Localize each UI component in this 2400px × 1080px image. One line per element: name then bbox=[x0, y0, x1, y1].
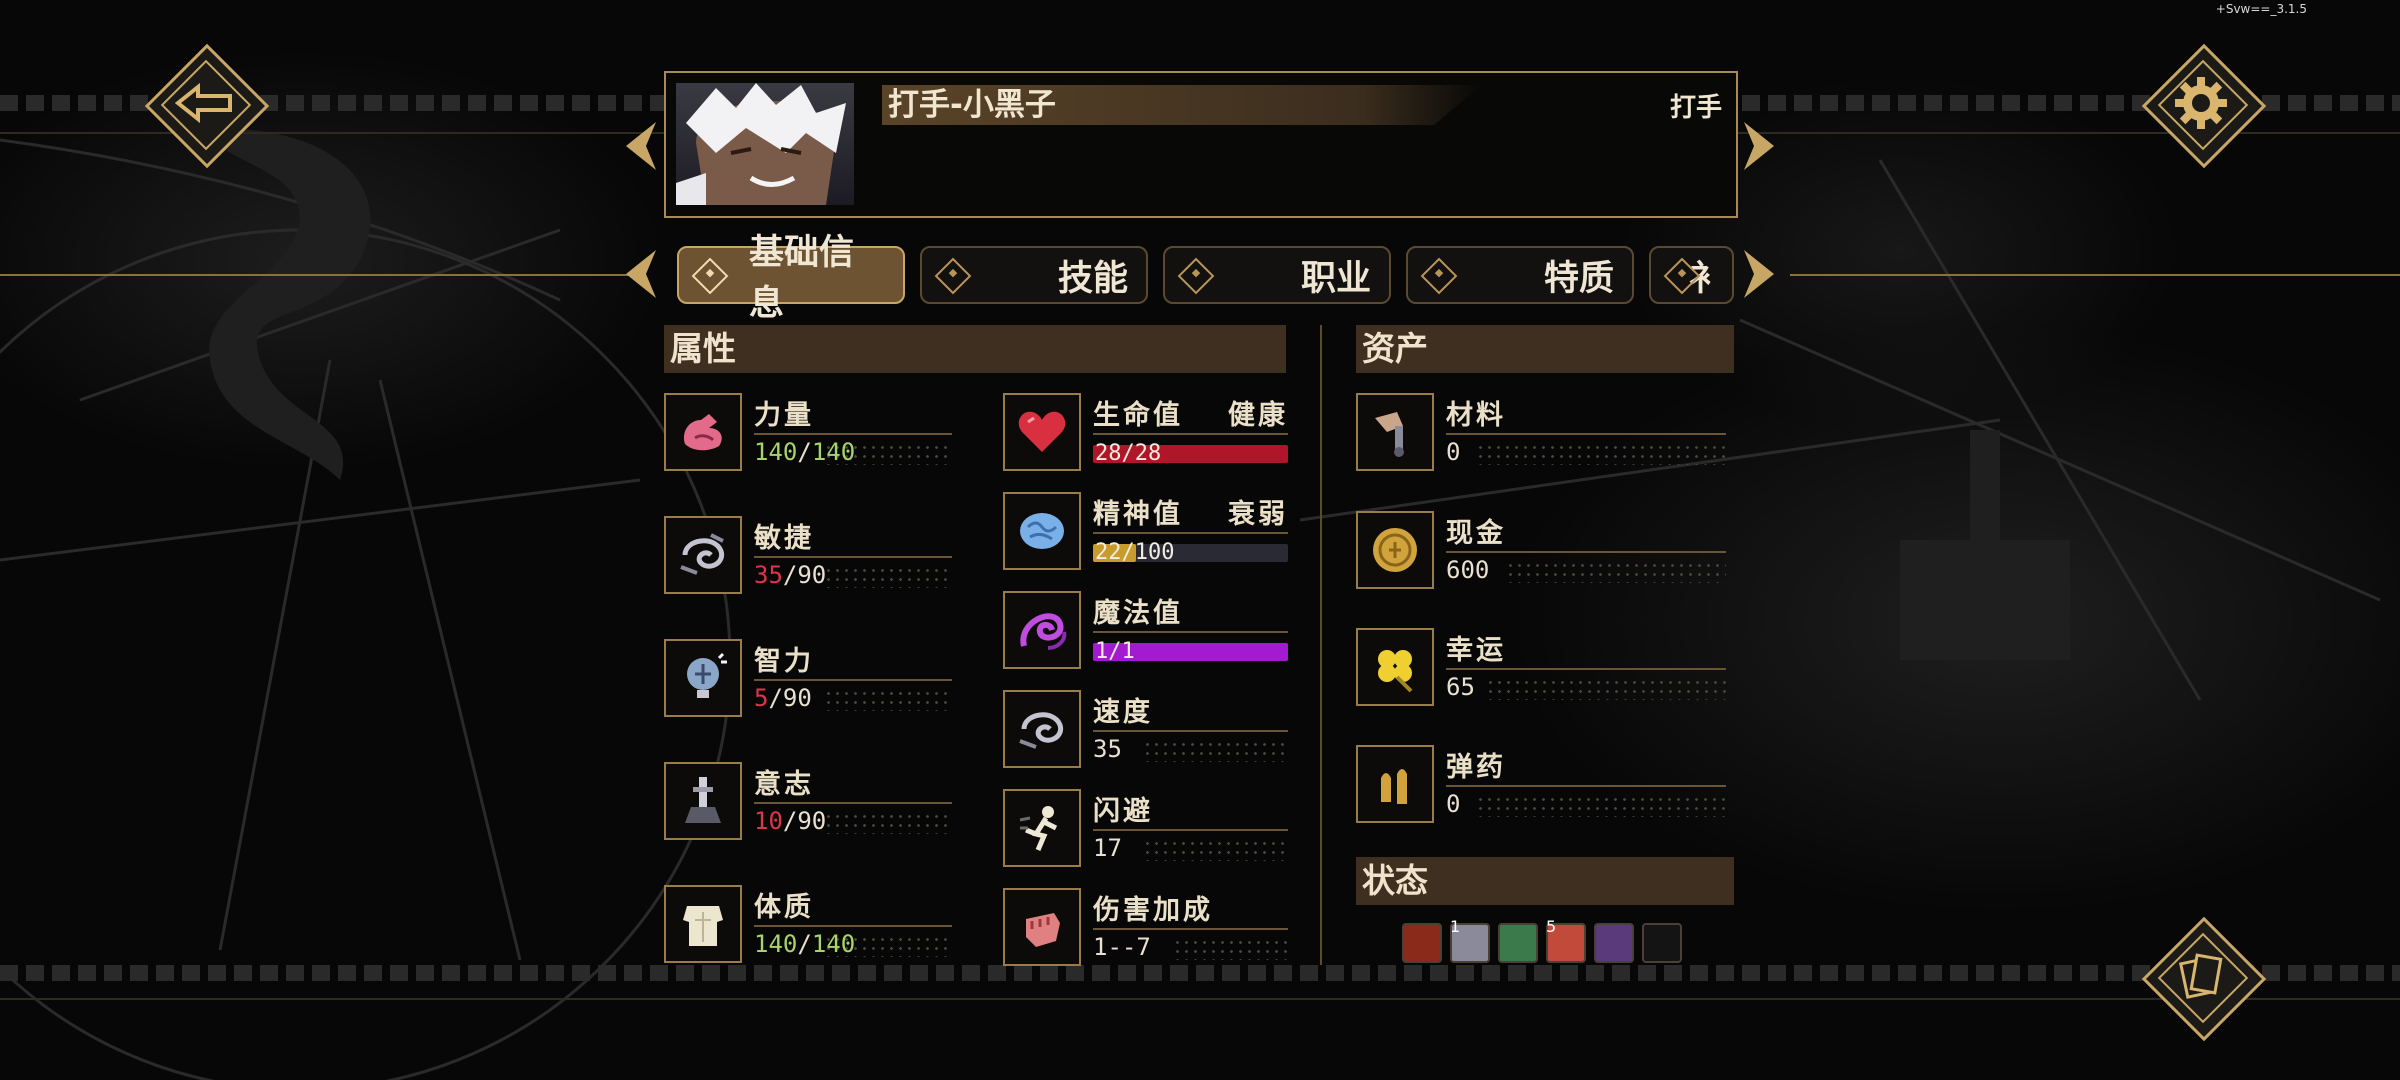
speed-icon bbox=[1003, 690, 1081, 768]
vital-hp[interactable]: 生命值 健康 28/28 bbox=[1003, 393, 1288, 473]
empty-status-slot bbox=[1642, 923, 1682, 963]
character-name: 打手-小黑子 bbox=[888, 87, 1056, 123]
settings-button[interactable] bbox=[2140, 42, 2267, 169]
attributes-header: 属性 bbox=[664, 325, 1286, 373]
brain-icon bbox=[1003, 492, 1081, 570]
prev-character-arrow[interactable] bbox=[622, 120, 658, 172]
fist-icon bbox=[1003, 888, 1081, 966]
strength-max: 140 bbox=[811, 438, 856, 466]
vital-speed[interactable]: 速度 35 bbox=[1003, 690, 1288, 770]
constitution-current: 140 bbox=[754, 930, 798, 958]
wind-swirl-icon bbox=[664, 516, 742, 594]
strength-current: 140 bbox=[754, 438, 798, 466]
heart-icon bbox=[1003, 393, 1081, 471]
materials-icon bbox=[1356, 393, 1434, 471]
sword-altar-icon bbox=[664, 762, 742, 840]
back-button[interactable] bbox=[143, 42, 270, 169]
muscle-arm-icon bbox=[664, 393, 742, 471]
willpower-max: 90 bbox=[797, 807, 827, 835]
potion-status-icon[interactable] bbox=[1594, 923, 1634, 963]
tab-more[interactable]: 衤 bbox=[1649, 246, 1734, 304]
attr-agility[interactable]: 敏捷 35/90 bbox=[664, 516, 954, 596]
cards-icon bbox=[2140, 915, 2262, 1037]
constitution-max: 140 bbox=[811, 930, 856, 958]
attr-constitution[interactable]: 体质 140/140 bbox=[664, 885, 954, 965]
magic-swirl-icon bbox=[1003, 591, 1081, 669]
character-header: 打手-小黑子 打手 bbox=[664, 71, 1738, 218]
dodge-icon bbox=[1003, 789, 1081, 867]
tab-next-arrow[interactable] bbox=[1742, 248, 1778, 300]
vital-damage-bonus[interactable]: 伤害加成 1--7 bbox=[1003, 888, 1288, 968]
asset-cash[interactable]: 现金 600 bbox=[1356, 511, 1726, 591]
willpower-current: 10 bbox=[754, 807, 783, 835]
character-portrait bbox=[676, 83, 854, 205]
coin-icon bbox=[1356, 511, 1434, 589]
tab-traits[interactable]: 特质 bbox=[1406, 246, 1634, 304]
bottom-rail-line bbox=[0, 998, 2400, 1000]
tab-prev-arrow[interactable] bbox=[622, 248, 658, 300]
version-label: +Svw==_3.1.5 bbox=[2215, 2, 2307, 16]
tab-row-line-left bbox=[0, 274, 640, 276]
back-arrow-icon bbox=[143, 42, 265, 164]
vital-sanity[interactable]: 精神值 衰弱 22/100 bbox=[1003, 492, 1288, 572]
asset-ammo[interactable]: 弹药 0 bbox=[1356, 745, 1726, 825]
attr-strength[interactable]: 力量 140/140 bbox=[664, 393, 954, 473]
tab-skills[interactable]: 技能 bbox=[920, 246, 1148, 304]
agility-current: 35 bbox=[754, 561, 783, 589]
torso-icon bbox=[664, 885, 742, 963]
sparkle-status-icon[interactable] bbox=[1498, 923, 1538, 963]
clover-icon bbox=[1356, 628, 1434, 706]
cards-button[interactable] bbox=[2140, 915, 2267, 1042]
figure-status-icon[interactable]: 1 bbox=[1450, 917, 1490, 963]
assets-header: 资产 bbox=[1356, 325, 1734, 373]
attr-intelligence[interactable]: 智力 5/90 bbox=[664, 639, 954, 719]
status-header: 状态 bbox=[1356, 857, 1734, 905]
intelligence-max: 90 bbox=[782, 684, 812, 712]
book-status-icon[interactable]: 5 bbox=[1546, 917, 1586, 963]
next-character-arrow[interactable] bbox=[1742, 120, 1778, 172]
tab-profession[interactable]: 职业 bbox=[1163, 246, 1391, 304]
intelligence-current: 5 bbox=[754, 684, 769, 712]
gear-icon bbox=[2140, 42, 2262, 164]
section-divider bbox=[1320, 325, 1322, 965]
asset-luck[interactable]: 幸运 65 bbox=[1356, 628, 1726, 708]
vital-mana[interactable]: 魔法值 1/1 bbox=[1003, 591, 1288, 671]
brain-bulb-icon bbox=[664, 639, 742, 717]
vital-dodge[interactable]: 闪避 17 bbox=[1003, 789, 1288, 869]
agility-max: 90 bbox=[797, 561, 827, 589]
tab-row-line-right bbox=[1790, 274, 2400, 276]
tab-basic-info[interactable]: 基础信息 bbox=[677, 233, 905, 324]
attr-willpower[interactable]: 意志 10/90 bbox=[664, 762, 954, 842]
tree-status-icon[interactable] bbox=[1402, 923, 1442, 963]
asset-materials[interactable]: 材料 0 bbox=[1356, 393, 1726, 473]
ammo-icon bbox=[1356, 745, 1434, 823]
character-class: 打手 bbox=[1669, 93, 1722, 123]
